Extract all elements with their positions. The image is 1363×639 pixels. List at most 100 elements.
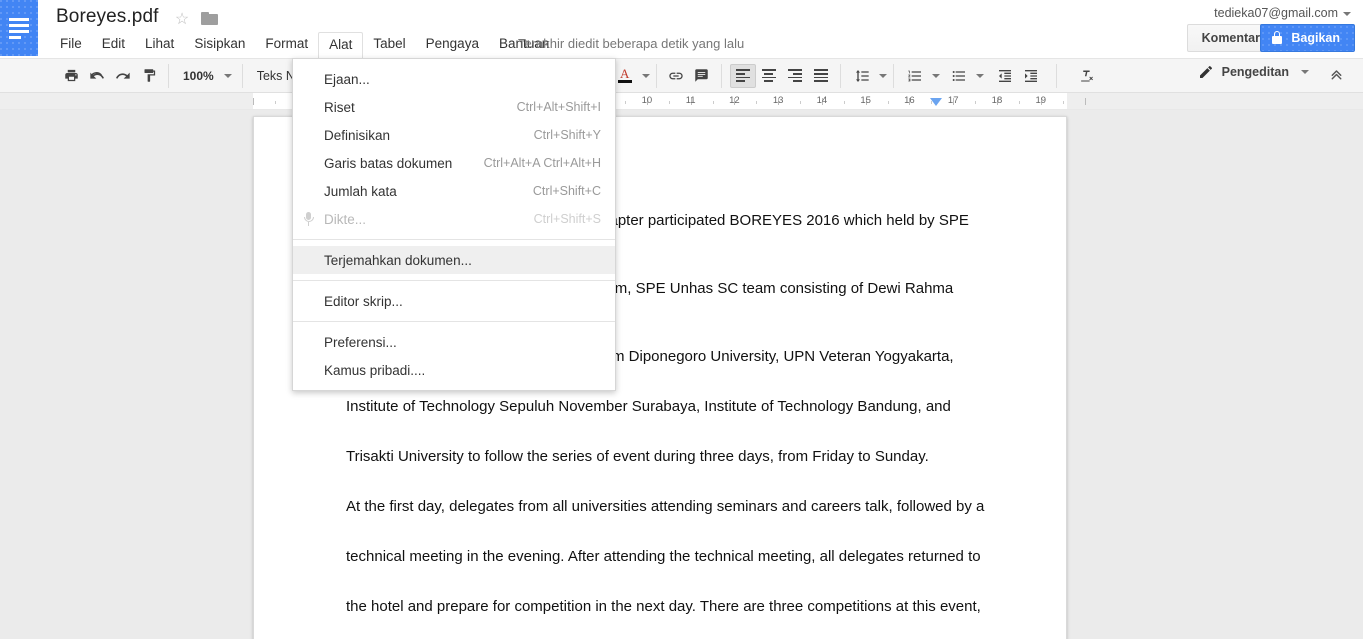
align-center-icon[interactable] — [756, 64, 782, 88]
document-paragraph: Trisakti University to follow the series… — [346, 448, 929, 465]
align-right-icon[interactable] — [782, 64, 808, 88]
last-edit-status[interactable]: Terakhir diedit beberapa detik yang lalu — [518, 36, 744, 51]
toolbar: 100% Teks No A — [0, 58, 1363, 93]
document-paragraph: technical meeting in the evening. After … — [346, 548, 981, 565]
document-canvas: SPE Hasanuddin University Student Chapte… — [0, 110, 1363, 639]
toolbar-group-align — [722, 63, 841, 88]
print-icon[interactable] — [58, 64, 84, 88]
menu-file[interactable]: File — [50, 32, 92, 57]
move-to-folder-icon[interactable] — [201, 12, 219, 26]
ruler-number: 17 — [947, 95, 959, 106]
logo-line — [9, 17, 29, 21]
ruler-tick — [800, 101, 802, 104]
decrease-indent-icon[interactable] — [992, 64, 1018, 88]
ruler-number: 13 — [772, 95, 784, 106]
lock-icon — [1272, 31, 1283, 44]
menu-item-garis-batas-dokumen[interactable]: Garis batas dokumen Ctrl+Alt+A Ctrl+Alt+… — [293, 149, 615, 177]
ruler-number: 11 — [685, 95, 696, 106]
ruler-left-margin — [0, 93, 253, 109]
chevron-down-icon[interactable] — [931, 73, 940, 78]
menu-pengaya[interactable]: Pengaya — [416, 32, 489, 57]
toolbar-group-lists — [894, 64, 1050, 88]
ruler-tick — [887, 101, 889, 104]
editing-mode-control[interactable]: Pengeditan — [1198, 64, 1309, 80]
ruler-tick — [975, 101, 977, 104]
menu-item-riset[interactable]: Riset Ctrl+Alt+Shift+I — [293, 93, 615, 121]
lock-body — [1272, 36, 1283, 44]
share-button[interactable]: Bagikan — [1260, 24, 1355, 52]
insert-link-icon[interactable] — [663, 64, 689, 88]
document-paragraph: the hotel and prepare for competition in… — [346, 598, 981, 615]
ruler[interactable]: 28910111213141516171819 — [0, 93, 1363, 110]
ruler-tick — [1062, 101, 1064, 104]
microphone-icon — [303, 212, 314, 226]
ruler-number: 18 — [991, 95, 1003, 106]
zoom-value: 100% — [183, 68, 214, 83]
ruler-number: 16 — [904, 95, 915, 106]
menu-item-label: Kamus pribadi.... — [324, 362, 426, 378]
toolbar-group-spacing — [841, 63, 894, 88]
menu-item-label: Definisikan — [324, 127, 391, 143]
alat-menu-dropdown[interactable]: Ejaan... Riset Ctrl+Alt+Shift+I Definisi… — [292, 58, 616, 391]
right-indent-marker[interactable] — [929, 98, 942, 106]
menu-item-accel: Ctrl+Shift+C — [532, 184, 601, 198]
chevron-down-icon[interactable] — [975, 73, 984, 78]
align-left-icon[interactable] — [729, 63, 756, 88]
logo-line — [9, 29, 29, 33]
toolbar-group-clear — [1055, 63, 1107, 88]
ruler-number: 10 — [641, 95, 653, 106]
line-spacing-icon[interactable] — [849, 64, 875, 88]
ruler-tick — [1018, 101, 1020, 104]
menu-lihat[interactable]: Lihat — [135, 32, 184, 57]
document-paragraph: At the first day, delegates from all uni… — [346, 498, 985, 515]
menu-item-label: Preferensi... — [324, 334, 397, 350]
chevron-down-icon[interactable] — [878, 73, 887, 78]
logo-line — [9, 23, 29, 27]
ruler-tick — [756, 101, 758, 104]
collapse-toolbar-icon[interactable] — [1328, 66, 1345, 87]
numbered-list-icon[interactable] — [902, 64, 928, 88]
menu-item-label: Garis batas dokumen — [324, 155, 453, 171]
folder-body — [201, 14, 218, 25]
ruler-right-margin — [1067, 93, 1363, 109]
chevron-down-icon — [1343, 11, 1351, 16]
menu-item-label: Editor skrip... — [324, 293, 403, 309]
menu-item-ejaan[interactable]: Ejaan... — [293, 65, 615, 93]
chevron-down-icon — [223, 73, 232, 78]
undo-icon[interactable] — [84, 64, 110, 88]
ruler-number: 12 — [729, 95, 740, 106]
redo-icon[interactable] — [110, 64, 136, 88]
chevron-down-icon[interactable] — [641, 73, 650, 78]
menu-item-terjemahkan-dokumen[interactable]: Terjemahkan dokumen... — [293, 246, 615, 274]
menu-item-label: Ejaan... — [324, 71, 370, 87]
menu-format[interactable]: Format — [255, 32, 318, 57]
menu-item-label: Terjemahkan dokumen... — [324, 252, 472, 268]
menu-item-definisikan[interactable]: Definisikan Ctrl+Shift+Y — [293, 121, 615, 149]
insert-comment-icon[interactable] — [689, 64, 715, 88]
zoom-control[interactable]: 100% — [169, 63, 243, 88]
increase-indent-icon[interactable] — [1018, 64, 1044, 88]
account-email[interactable]: tedieka07@gmail.com — [1214, 6, 1351, 20]
menu-item-preferensi[interactable]: Preferensi... — [293, 328, 615, 356]
app-header: Boreyes.pdf ☆ File Edit Lihat Sisipkan F… — [0, 0, 1363, 59]
ruler-tick — [843, 101, 845, 104]
docs-home-icon[interactable] — [0, 0, 38, 56]
align-justify-icon[interactable] — [808, 64, 834, 88]
document-title[interactable]: Boreyes.pdf — [56, 6, 159, 28]
paint-format-icon[interactable] — [136, 64, 162, 88]
menu-item-label: Dikte... — [324, 211, 367, 227]
menu-sisipkan[interactable]: Sisipkan — [184, 32, 255, 57]
account-email-label: tedieka07@gmail.com — [1214, 6, 1338, 20]
ruler-tick — [624, 101, 626, 104]
menu-item-kamus-pribadi[interactable]: Kamus pribadi.... — [293, 356, 615, 384]
menu-alat[interactable]: Alat — [318, 32, 364, 59]
menu-edit[interactable]: Edit — [92, 32, 135, 57]
clear-formatting-icon[interactable] — [1075, 64, 1101, 88]
menu-item-editor-skrip[interactable]: Editor skrip... — [293, 287, 615, 315]
star-icon[interactable]: ☆ — [173, 11, 191, 29]
chevron-down-icon[interactable] — [1301, 70, 1309, 74]
menu-item-jumlah-kata[interactable]: Jumlah kata Ctrl+Shift+C — [293, 177, 615, 205]
ruler-tick — [1084, 98, 1086, 105]
menu-tabel[interactable]: Tabel — [363, 32, 415, 57]
bulleted-list-icon[interactable] — [946, 64, 972, 88]
